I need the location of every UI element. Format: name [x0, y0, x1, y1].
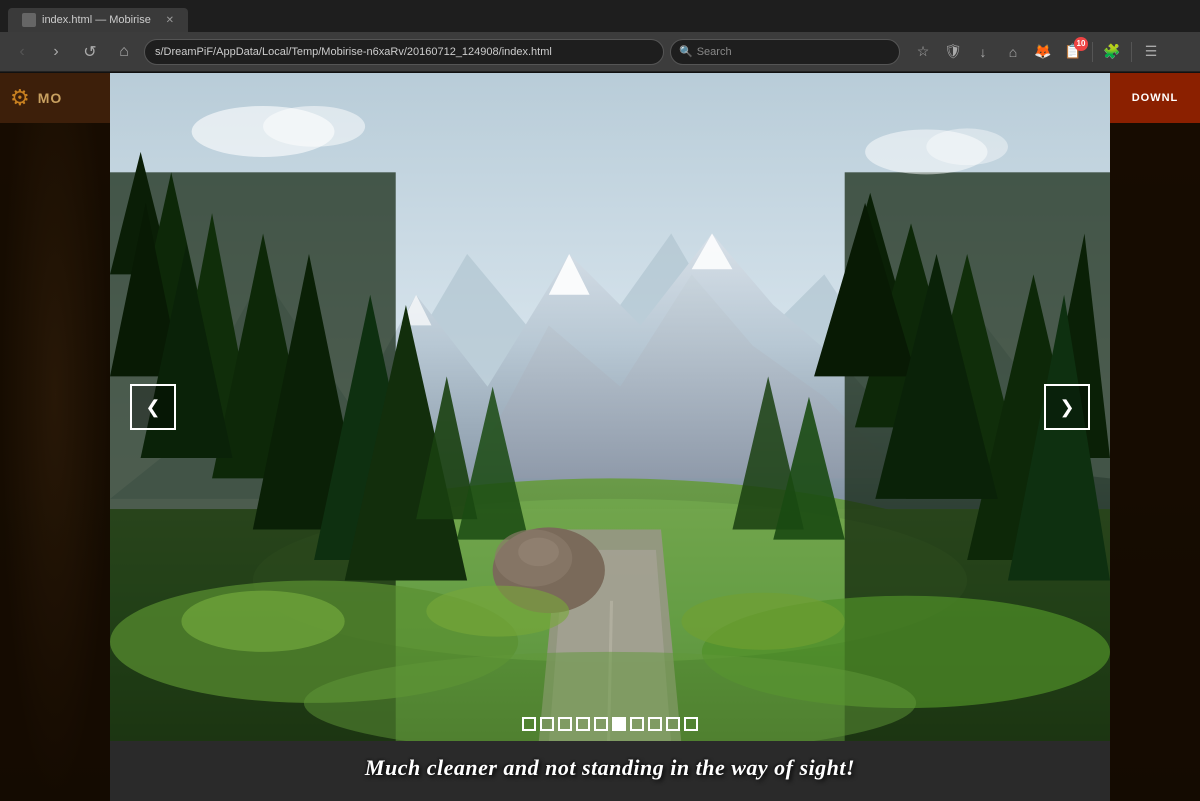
next-icon: ❯	[1059, 397, 1074, 418]
landscape-scene-svg	[110, 73, 1110, 741]
toolbar-separator-2	[1131, 42, 1132, 62]
right-panel-background	[1110, 123, 1200, 801]
slideshow: ❮ ❯ Much cl	[110, 73, 1110, 801]
download-button[interactable]: ↓	[970, 39, 996, 65]
indicator-3[interactable]	[558, 717, 572, 731]
search-input[interactable]: Search	[697, 46, 732, 58]
app-content: ⚙ MO	[0, 73, 1200, 801]
tab-favicon	[22, 13, 36, 27]
indicator-1[interactable]	[522, 717, 536, 731]
carousel-prev-button[interactable]: ❮	[130, 384, 176, 430]
prev-icon: ❮	[145, 397, 160, 418]
app-gear-icon: ⚙	[10, 85, 30, 111]
toolbar-right: ☆ 🛡 ↓ ⌂ 🦊 📋 10 🧩 ☰	[910, 39, 1164, 65]
shield-button[interactable]: 🛡	[940, 39, 966, 65]
indicator-5[interactable]	[594, 717, 608, 731]
indicator-9[interactable]	[666, 717, 680, 731]
indicator-2[interactable]	[540, 717, 554, 731]
bookmark-button[interactable]: ☆	[910, 39, 936, 65]
main-content: ❮ ❯ Much cl	[110, 73, 1110, 801]
carousel-next-button[interactable]: ❯	[1044, 384, 1090, 430]
right-panel: DOWNL	[1110, 73, 1200, 801]
indicator-6[interactable]	[612, 717, 626, 731]
tab-close-button[interactable]: ✕	[166, 15, 174, 26]
indicator-7[interactable]	[630, 717, 644, 731]
slide-indicators	[522, 717, 698, 731]
notification-button[interactable]: 📋 10	[1060, 39, 1086, 65]
browser-chrome: index.html — Mobirise ✕ ‹ › ↺ ⌂ s/DreamP…	[0, 0, 1200, 73]
app-header: ⚙ MO	[0, 73, 110, 123]
back-button[interactable]: ‹	[8, 38, 36, 66]
firefox-icon-button[interactable]: 🦊	[1030, 39, 1056, 65]
indicator-10[interactable]	[684, 717, 698, 731]
slide-image: ❮ ❯	[110, 73, 1110, 741]
indicator-4[interactable]	[576, 717, 590, 731]
home-icon-button[interactable]: ⌂	[1000, 39, 1026, 65]
indicator-8[interactable]	[648, 717, 662, 731]
search-icon: 🔍	[679, 45, 693, 58]
slide-caption: Much cleaner and not standing in the way…	[110, 755, 1110, 781]
extensions-button[interactable]: 🧩	[1099, 39, 1125, 65]
tab-label: index.html — Mobirise	[42, 14, 151, 26]
reload-button[interactable]: ↺	[76, 38, 104, 66]
left-panel: ⚙ MO	[0, 73, 110, 801]
download-button[interactable]: DOWNL	[1110, 73, 1200, 123]
notification-badge: 10	[1074, 37, 1088, 51]
home-button[interactable]: ⌂	[110, 38, 138, 66]
address-bar[interactable]: s/DreamPiF/AppData/Local/Temp/Mobirise-n…	[144, 39, 664, 65]
browser-tab[interactable]: index.html — Mobirise ✕	[8, 8, 188, 32]
forward-button[interactable]: ›	[42, 38, 70, 66]
browser-toolbar: ‹ › ↺ ⌂ s/DreamPiF/AppData/Local/Temp/Mo…	[0, 32, 1200, 72]
menu-button[interactable]: ☰	[1138, 39, 1164, 65]
tab-bar: index.html — Mobirise ✕	[0, 0, 1200, 32]
left-panel-background	[0, 123, 110, 801]
search-bar[interactable]: 🔍 Search	[670, 39, 900, 65]
app-title: MO	[38, 90, 63, 106]
caption-text: Much cleaner and not standing in the way…	[365, 755, 855, 780]
address-text: s/DreamPiF/AppData/Local/Temp/Mobirise-n…	[155, 46, 653, 58]
toolbar-separator	[1092, 42, 1093, 62]
